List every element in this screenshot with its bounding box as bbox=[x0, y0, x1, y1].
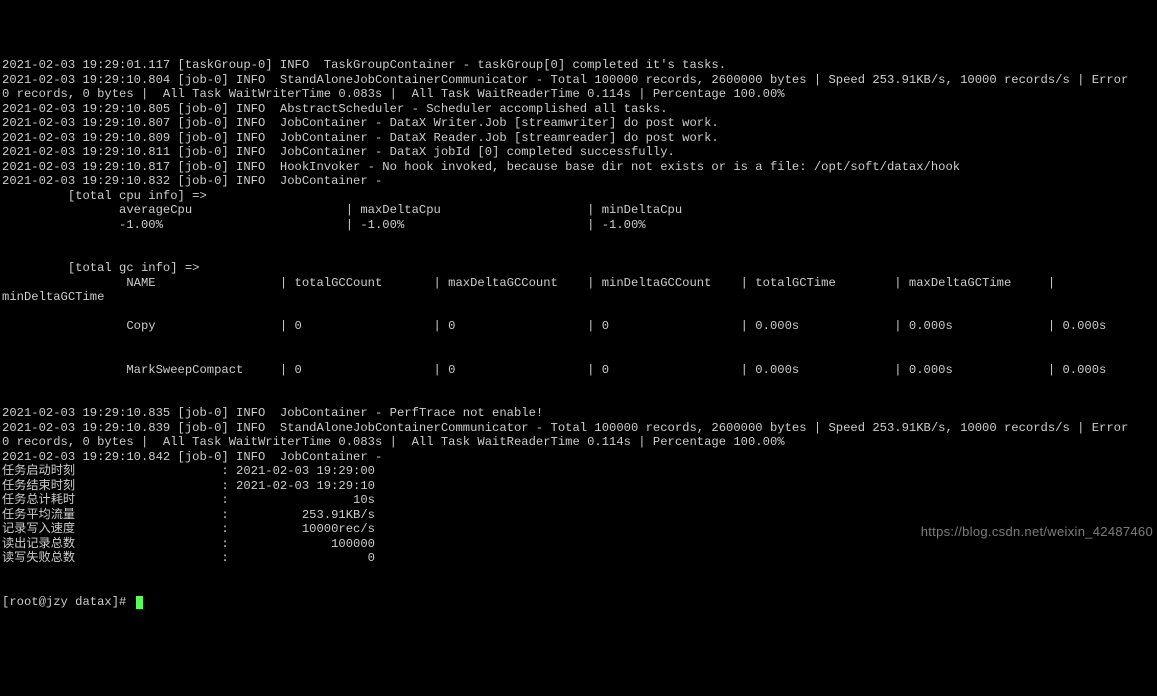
prompt-line[interactable]: [root@jzy datax]# bbox=[2, 595, 1155, 610]
terminal-output: 2021-02-03 19:29:01.117 [taskGroup-0] IN… bbox=[2, 58, 1155, 580]
cursor-icon bbox=[136, 596, 143, 609]
watermark-text: https://blog.csdn.net/weixin_42487460 bbox=[921, 525, 1153, 540]
shell-prompt: [root@jzy datax]# bbox=[2, 595, 134, 609]
